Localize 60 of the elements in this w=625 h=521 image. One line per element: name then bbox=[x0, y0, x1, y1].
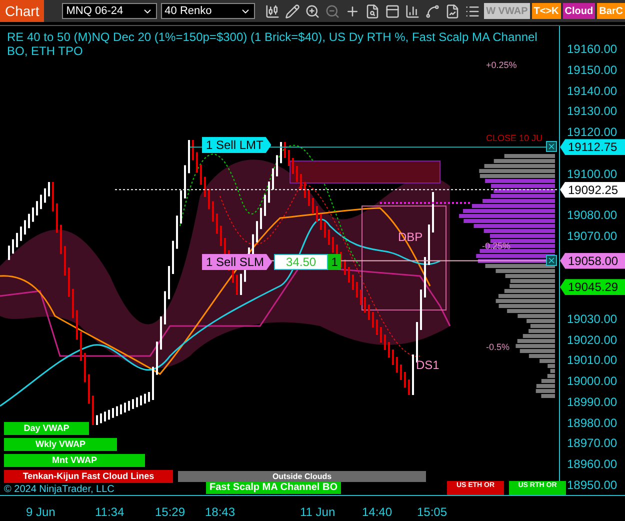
time-tick-label: 9 Jun bbox=[26, 504, 56, 521]
bar-type-dropdown[interactable]: 40 Renko bbox=[160, 3, 256, 19]
price-tag: 19092.25 bbox=[560, 182, 625, 198]
indicator-tag: Tenkan-Kijun Fast Cloud Lines bbox=[4, 470, 173, 483]
level-label: -0.5% bbox=[486, 341, 510, 354]
price-tick-label: 19020.00 bbox=[567, 332, 618, 347]
list-icon[interactable] bbox=[465, 4, 480, 18]
level-label: CLOSE 10 JU bbox=[486, 132, 543, 145]
time-tick-label: 18:43 bbox=[205, 504, 236, 521]
indicator-tag: Day VWAP bbox=[4, 422, 89, 435]
indicator-tag: Mnt VWAP bbox=[4, 454, 145, 467]
time-tick-label: 15:29 bbox=[155, 504, 186, 521]
close-order-icon[interactable] bbox=[546, 141, 557, 152]
price-tag: 19058.00 bbox=[560, 252, 625, 269]
pivot-label: DS1 bbox=[416, 357, 440, 374]
document-chart-icon[interactable] bbox=[445, 4, 460, 18]
price-tick-label: 19080.00 bbox=[567, 208, 618, 222]
status-bar: Fast Scalp MA Channel BO bbox=[206, 482, 341, 494]
time-tick-label: 11:34 bbox=[95, 504, 124, 521]
level-label: +0.25% bbox=[486, 59, 517, 72]
pencil-icon[interactable] bbox=[285, 4, 300, 18]
app-title: Chart bbox=[0, 0, 44, 22]
chart-title: RE 40 to 50 (M)NQ Dec 20 (1%=150p=$300) (1 Brick=$40), US Dy RTH %, Fast Scalp MA Channel BO, ETH TPO bbox=[7, 30, 538, 58]
price-tick-label: 18950.00 bbox=[567, 478, 618, 492]
price-tick-label: 19120.00 bbox=[567, 125, 618, 140]
zoom-in-icon[interactable] bbox=[305, 4, 320, 18]
price-tick-label: 19140.00 bbox=[567, 84, 618, 98]
time-tick-label: 15:05 bbox=[417, 504, 448, 521]
window-icon[interactable] bbox=[385, 4, 400, 18]
price-tick-label: 18970.00 bbox=[567, 436, 618, 450]
price-tick-label: 19100.00 bbox=[567, 166, 618, 181]
price-tick-label: 19000.00 bbox=[567, 374, 618, 388]
document-search-icon[interactable] bbox=[365, 4, 380, 18]
time-tick-label: 11 Jun bbox=[300, 504, 336, 521]
status-bar: Outside Clouds bbox=[178, 471, 426, 482]
price-tick-label: 18980.00 bbox=[567, 416, 618, 430]
price-tick-label: 19150.00 bbox=[567, 62, 618, 77]
close-order-icon[interactable] bbox=[546, 255, 557, 266]
price-tick-label: 19070.00 bbox=[567, 228, 618, 243]
instrument-dropdown[interactable]: MNQ 06-24 bbox=[62, 3, 157, 19]
zoom-out-icon[interactable] bbox=[325, 4, 340, 18]
price-tag: 19112.75 bbox=[560, 139, 625, 156]
plus-icon[interactable] bbox=[345, 4, 360, 18]
price-tick-label: 19030.00 bbox=[567, 312, 618, 326]
time-tick-label: 14:40 bbox=[362, 504, 392, 521]
line-chart-icon[interactable] bbox=[425, 4, 440, 18]
price-tick-label: 18990.00 bbox=[567, 394, 618, 409]
price-tag: 19045.29 bbox=[560, 279, 625, 296]
indicator-tag: Wkly VWAP bbox=[4, 438, 117, 451]
order-tag[interactable]: 1 Sell LMT bbox=[202, 137, 272, 153]
order-quantity[interactable]: 1 bbox=[328, 254, 342, 270]
toolbar-toggle-button[interactable]: Cloud bbox=[562, 3, 596, 19]
candlestick-icon[interactable] bbox=[265, 4, 280, 18]
price-tick-label: 19160.00 bbox=[567, 42, 618, 56]
price-tick-label: 19130.00 bbox=[567, 104, 618, 118]
copyright-text: © 2024 NinjaTrader, LLC bbox=[4, 484, 114, 495]
bar-chart-icon[interactable] bbox=[405, 4, 420, 18]
price-tick-label: 19010.00 bbox=[567, 353, 618, 368]
order-tag[interactable]: 1 Sell SLM bbox=[202, 254, 272, 270]
price-tick-label: 18960.00 bbox=[567, 457, 618, 472]
